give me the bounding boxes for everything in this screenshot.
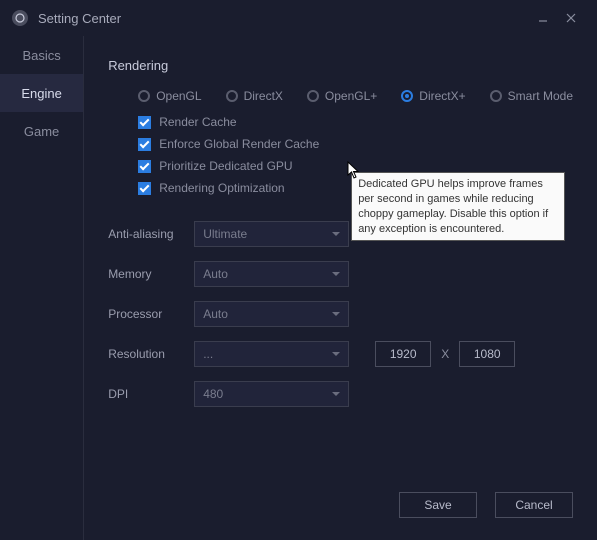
row-memory: Memory Auto (108, 261, 573, 287)
select-value: Auto (203, 267, 228, 281)
cancel-button[interactable]: Cancel (495, 492, 573, 518)
checkbox-label: Enforce Global Render Cache (159, 137, 319, 151)
sidebar-item-label: Engine (21, 86, 61, 101)
label-resolution: Resolution (108, 347, 194, 361)
chevron-down-icon (332, 392, 340, 396)
resolution-separator: X (441, 347, 449, 361)
select-value: Ultimate (203, 227, 247, 241)
checkbox-icon (138, 138, 151, 151)
content-panel: Rendering OpenGL DirectX OpenGL+ DirectX… (84, 36, 597, 540)
radio-icon (490, 90, 502, 102)
label-dpi: DPI (108, 387, 194, 401)
select-value: Auto (203, 307, 228, 321)
radio-opengl[interactable]: OpenGL (138, 89, 201, 103)
resolution-height-input[interactable]: 1080 (459, 341, 515, 367)
sidebar-item-basics[interactable]: Basics (0, 36, 83, 74)
label-processor: Processor (108, 307, 194, 321)
checkbox-icon (138, 160, 151, 173)
radio-openglplus[interactable]: OpenGL+ (307, 89, 377, 103)
titlebar: Setting Center (0, 0, 597, 36)
radio-directx[interactable]: DirectX (226, 89, 283, 103)
section-title-rendering: Rendering (108, 58, 573, 73)
radio-icon (307, 90, 319, 102)
window-body: Basics Engine Game Rendering OpenGL Dire… (0, 36, 597, 540)
sidebar-item-engine[interactable]: Engine (0, 74, 83, 112)
app-logo-icon (12, 10, 28, 26)
radio-label: Smart Mode (508, 89, 573, 103)
select-processor[interactable]: Auto (194, 301, 349, 327)
chevron-down-icon (332, 272, 340, 276)
sidebar: Basics Engine Game (0, 36, 84, 540)
row-processor: Processor Auto (108, 301, 573, 327)
footer: Save Cancel (108, 492, 573, 522)
chevron-down-icon (332, 232, 340, 236)
label-memory: Memory (108, 267, 194, 281)
radio-icon (401, 90, 413, 102)
checkbox-enforce-global-cache[interactable]: Enforce Global Render Cache (138, 137, 573, 151)
select-resolution[interactable]: ... (194, 341, 349, 367)
tooltip-dedicated-gpu: Dedicated GPU helps improve frames per s… (351, 172, 565, 241)
window-title: Setting Center (38, 11, 529, 26)
radio-label: DirectX+ (419, 89, 465, 103)
chevron-down-icon (332, 352, 340, 356)
radio-label: OpenGL+ (325, 89, 377, 103)
checkbox-prioritize-gpu[interactable]: Prioritize Dedicated GPU (138, 159, 573, 173)
select-value: ... (203, 347, 213, 361)
save-button[interactable]: Save (399, 492, 477, 518)
render-mode-group: OpenGL DirectX OpenGL+ DirectX+ Smart Mo… (138, 89, 573, 103)
select-antialiasing[interactable]: Ultimate (194, 221, 349, 247)
settings-window: Setting Center Basics Engine Game Render… (0, 0, 597, 540)
sidebar-item-label: Basics (22, 48, 60, 63)
select-dpi[interactable]: 480 (194, 381, 349, 407)
checkbox-render-cache[interactable]: Render Cache (138, 115, 573, 129)
resolution-inputs: 1920 X 1080 (375, 341, 515, 367)
radio-smartmode[interactable]: Smart Mode (490, 89, 573, 103)
label-antialiasing: Anti-aliasing (108, 227, 194, 241)
checkbox-label: Prioritize Dedicated GPU (159, 159, 292, 173)
sidebar-item-label: Game (24, 124, 59, 139)
sidebar-item-game[interactable]: Game (0, 112, 83, 150)
row-resolution: Resolution ... 1920 X 1080 (108, 341, 573, 367)
row-dpi: DPI 480 (108, 381, 573, 407)
checkbox-label: Render Cache (159, 115, 236, 129)
resolution-width-input[interactable]: 1920 (375, 341, 431, 367)
radio-directxplus[interactable]: DirectX+ (401, 89, 465, 103)
checkbox-icon (138, 116, 151, 129)
radio-label: DirectX (244, 89, 283, 103)
chevron-down-icon (332, 312, 340, 316)
select-value: 480 (203, 387, 223, 401)
radio-icon (226, 90, 238, 102)
close-button[interactable] (557, 4, 585, 32)
radio-label: OpenGL (156, 89, 201, 103)
checkbox-icon (138, 182, 151, 195)
radio-icon (138, 90, 150, 102)
select-memory[interactable]: Auto (194, 261, 349, 287)
minimize-button[interactable] (529, 4, 557, 32)
checkbox-label: Rendering Optimization (159, 181, 284, 195)
